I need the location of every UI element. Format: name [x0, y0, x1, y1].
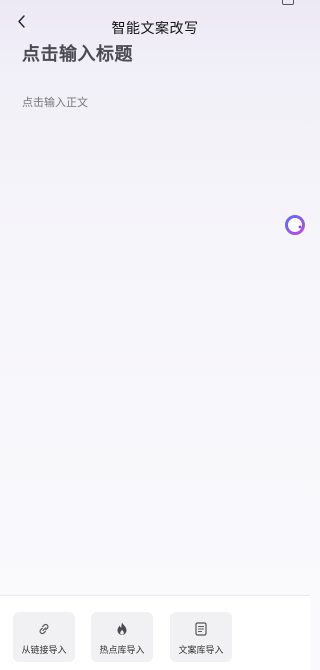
title-input[interactable]: 点击输入标题: [22, 40, 133, 66]
import-from-link-button[interactable]: 从链接导入: [13, 612, 75, 662]
import-from-copy-library-button[interactable]: 文案库导入: [170, 612, 232, 662]
import-from-hot-topics-label: 热点库导入: [99, 646, 145, 656]
link-icon: [13, 620, 75, 638]
status-bar: [0, 0, 310, 6]
import-from-hot-topics-button[interactable]: 热点库导入: [91, 612, 153, 662]
flame-icon: [91, 620, 153, 638]
body-input[interactable]: 点击输入正文: [22, 94, 88, 110]
page-title: 智能文案改写: [111, 21, 199, 37]
battery-icon: [282, 0, 294, 5]
bottom-toolbar: 从链接导入 热点库导入 文案库导入: [0, 595, 310, 670]
header: 智能文案改写: [0, 8, 310, 44]
import-from-link-label: 从链接导入: [21, 646, 67, 656]
import-from-copy-library-label: 文案库导入: [178, 646, 224, 656]
document-icon: [170, 620, 232, 638]
floating-assistant-icon[interactable]: [283, 213, 307, 237]
